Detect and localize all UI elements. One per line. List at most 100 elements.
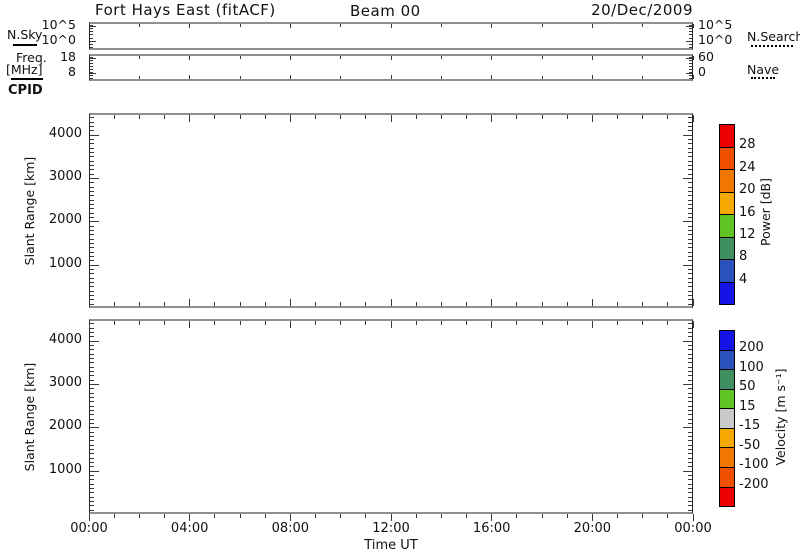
y-tick: [688, 458, 692, 459]
x-tick: [491, 115, 492, 122]
y-tick: [90, 323, 94, 324]
y-tick: [90, 458, 94, 459]
x-tick: [391, 115, 392, 122]
colorbar-tick-label: 8: [739, 250, 747, 264]
x-tick: [441, 56, 442, 59]
x-tick: [189, 24, 190, 28]
y-tick-label: 10^0: [698, 33, 732, 47]
x-tick: [189, 299, 190, 306]
y-tick: [689, 75, 692, 76]
y-tick: [688, 375, 692, 376]
y-tick: [688, 204, 692, 205]
colorbar-segment: [720, 169, 734, 192]
colorbar-segment: [720, 428, 734, 448]
y-tick: [90, 58, 96, 59]
colorbar-tick-label: 4: [739, 273, 747, 287]
y-tick: [90, 336, 94, 337]
y-tick: [688, 484, 692, 485]
colorbar-segment: [720, 259, 734, 282]
x-tick: [391, 24, 392, 28]
y-tick: [90, 117, 94, 118]
x-tick: [164, 514, 165, 518]
x-tick: [693, 514, 694, 521]
x-tick: [617, 302, 618, 306]
x-tick: [466, 115, 467, 119]
x-tick: [164, 321, 165, 325]
x-tick: [240, 302, 241, 306]
y-tick: [90, 401, 94, 402]
x-tick: [290, 321, 291, 328]
x-tick: [114, 302, 115, 306]
colorbar-tick-label: 12: [739, 228, 756, 242]
y-tick: [90, 291, 94, 292]
y-tick: [688, 354, 692, 355]
y-tick: [90, 187, 94, 188]
y-tick: [688, 453, 692, 454]
y-tick: [90, 445, 94, 446]
x-tick: [240, 321, 241, 325]
y-tick: [688, 304, 692, 305]
y-tick: [90, 488, 94, 489]
y-tick: [90, 230, 94, 231]
x-tick: [391, 321, 392, 328]
x-tick: [567, 514, 568, 518]
x-tick: [139, 514, 140, 518]
x-tick: [642, 56, 643, 59]
x-tick: [667, 302, 668, 306]
x-tick: [315, 302, 316, 306]
y-tick: [688, 291, 692, 292]
colorbar-tick-label: -50: [739, 439, 760, 453]
y-tick: [90, 453, 94, 454]
y-tick: [688, 213, 692, 214]
y-tick: [688, 445, 692, 446]
x-tick: [542, 56, 543, 59]
y-tick: [90, 195, 94, 196]
y-tick: [90, 269, 94, 270]
y-tick: [90, 126, 94, 127]
x-tick: [139, 321, 140, 325]
y-tick: [90, 247, 94, 248]
y-tick: [90, 358, 94, 359]
y-tick: [90, 161, 94, 162]
y-tick: [90, 26, 96, 27]
x-tick: [265, 115, 266, 119]
x-tick: [617, 321, 618, 325]
y-tick: [90, 295, 94, 296]
x-tick: [491, 299, 492, 306]
y-tick: [90, 397, 94, 398]
y-tick: [90, 226, 94, 227]
y-tick: [688, 328, 692, 329]
y-tick: [688, 466, 692, 467]
x-tick: [441, 76, 442, 79]
y-tick: [688, 475, 692, 476]
y-tick: [90, 510, 94, 511]
y-tick: [688, 286, 692, 287]
x-tick: [290, 75, 291, 79]
x-tick-label: 16:00: [462, 522, 522, 536]
y-tick: [688, 208, 692, 209]
x-tick: [642, 24, 643, 27]
y-tick: [688, 505, 692, 506]
x-tick: [516, 514, 517, 518]
y-tick: [689, 38, 692, 39]
y-tick: [90, 475, 94, 476]
y-tick: [90, 156, 94, 157]
x-tick: [340, 56, 341, 59]
y-tick: [688, 414, 692, 415]
y-tick: [90, 273, 94, 274]
y-tick: [90, 282, 94, 283]
y-tick: [688, 239, 692, 240]
y-tick: [90, 492, 94, 493]
y-tick: [688, 345, 692, 346]
velocity-panel-plot: [89, 319, 693, 514]
y-tick: [683, 265, 692, 266]
x-tick-label: 04:00: [160, 522, 220, 536]
y-tick: [90, 419, 94, 420]
x-tick: [542, 514, 543, 518]
y-tick: [90, 78, 93, 79]
x-tick: [189, 115, 190, 122]
power-colorbar-label: Power [dB]: [759, 178, 773, 246]
x-tick: [391, 75, 392, 79]
x-tick: [365, 321, 366, 325]
y-tick-label: 4000: [36, 333, 82, 347]
